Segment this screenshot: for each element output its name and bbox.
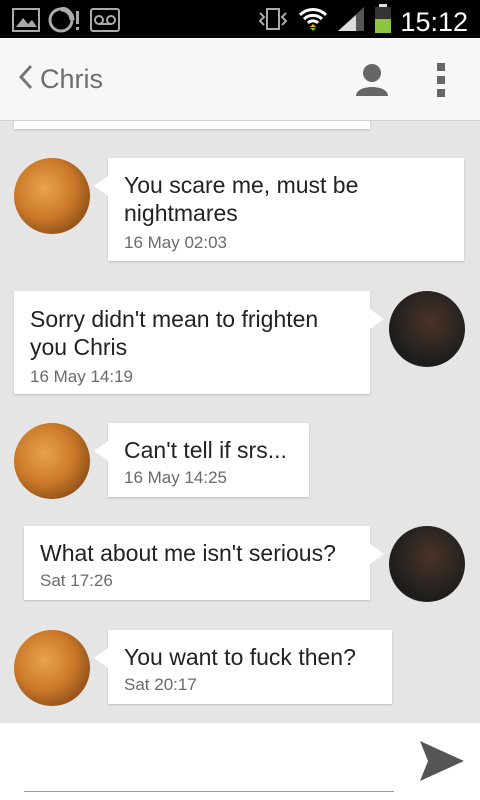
sync-alert-icon (48, 6, 82, 38)
conversation-list[interactable]: You scare me, must be nightmares 16 May … (0, 121, 480, 723)
status-time: 15:12 (400, 6, 468, 37)
message-timestamp: 16 May 14:25 (124, 468, 228, 487)
avatar-chris[interactable] (14, 158, 90, 234)
message-timestamp: 16 May 14:19 (30, 367, 134, 386)
avatar-chris[interactable] (14, 630, 90, 706)
message-bubble-incoming[interactable]: Can't tell if srs... 16 May 14:25 (94, 423, 309, 497)
avatar-chris[interactable] (14, 423, 90, 499)
message-text: What about me isn't serious? (40, 540, 336, 566)
wifi-icon (298, 5, 328, 38)
status-bar: 15:12 (0, 0, 480, 38)
message-text: You scare me, must be nightmares (124, 172, 359, 226)
message-timestamp: Sat 20:17 (124, 675, 197, 694)
composer-bar (0, 723, 480, 800)
page-title: Chris (40, 63, 104, 94)
signal-icon (336, 5, 366, 38)
message-bubble-outgoing[interactable]: What about me isn't serious? Sat 17:26 (24, 526, 384, 600)
contact-button[interactable] (354, 62, 390, 98)
message-bubble-outgoing[interactable]: Sorry didn't mean to frighten you Chris … (14, 291, 384, 394)
action-bar: Chris (0, 38, 480, 121)
avatar-me[interactable] (389, 291, 465, 367)
message-timestamp: Sat 17:26 (40, 571, 113, 590)
overflow-menu-button[interactable] (432, 60, 450, 100)
message-input[interactable] (24, 741, 394, 792)
battery-icon (374, 4, 392, 39)
message-text: Can't tell if srs... (124, 437, 287, 463)
message-text: Sorry didn't mean to frighten you Chris (30, 306, 319, 360)
send-button[interactable] (418, 739, 466, 783)
gallery-icon (12, 8, 40, 37)
message-bubble-partial (14, 121, 370, 129)
voicemail-icon (90, 8, 120, 37)
message-text: You want to fuck then? (124, 644, 356, 670)
back-button[interactable]: Chris (18, 58, 103, 100)
vibrate-icon (256, 7, 290, 36)
overflow-menu-icon (432, 63, 450, 104)
message-timestamp: 16 May 02:03 (124, 233, 228, 252)
avatar-me[interactable] (389, 526, 465, 602)
chevron-left-icon (18, 64, 34, 95)
message-bubble-incoming[interactable]: You scare me, must be nightmares 16 May … (94, 158, 464, 261)
send-icon (418, 741, 466, 787)
message-bubble-incoming[interactable]: You want to fuck then? Sat 20:17 (94, 630, 392, 704)
person-icon (354, 64, 390, 102)
